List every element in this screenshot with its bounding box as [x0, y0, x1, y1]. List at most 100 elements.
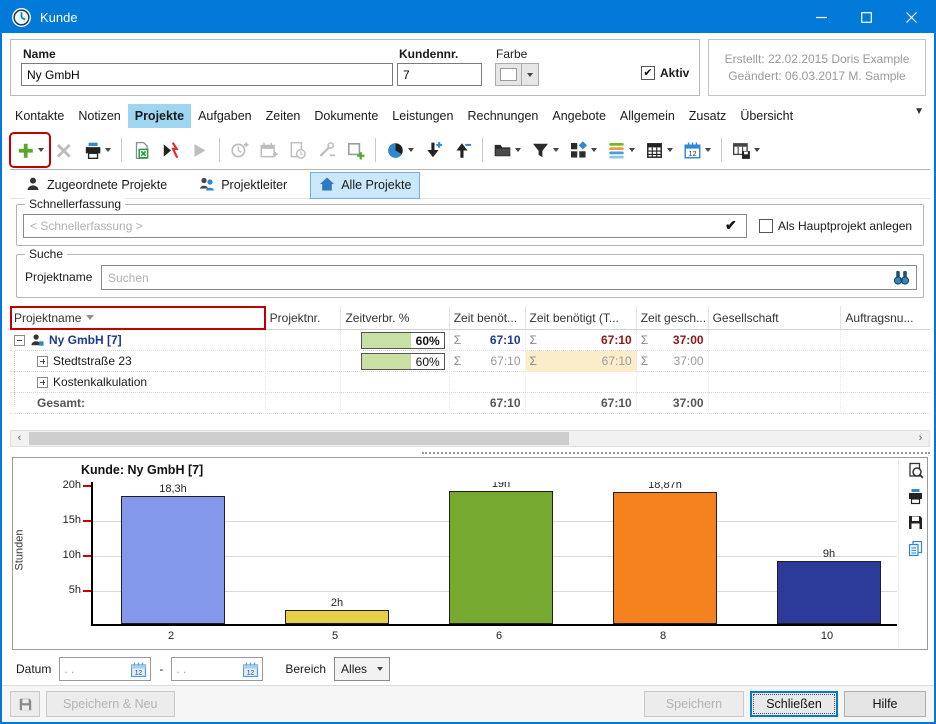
binoculars-icon[interactable] — [893, 269, 910, 286]
checkbox-checked-icon[interactable]: ✔ — [641, 66, 655, 80]
start-flash-icon-button[interactable] — [157, 135, 184, 165]
excel-export-icon-button[interactable] — [128, 135, 155, 165]
people-icon — [199, 176, 215, 195]
column-header-2[interactable]: Projektnr. — [266, 306, 342, 330]
expand-expander-icon[interactable] — [37, 356, 48, 367]
print-preview-icon[interactable] — [907, 462, 924, 479]
tabbar-overflow-chevron-icon[interactable]: ▼ — [914, 106, 924, 117]
toolbar-separator — [121, 138, 122, 162]
subtab-projektleiter[interactable]: Projektleiter — [190, 172, 296, 199]
column-header-3[interactable]: Zeitverbr. % — [341, 306, 449, 330]
hauptprojekt-checkbox[interactable]: Als Hauptprojekt anlegen — [759, 219, 912, 233]
column-header-8[interactable]: Auftragsnu... — [841, 306, 930, 330]
bar-6 — [449, 491, 553, 624]
x-tick-label: 2 — [119, 630, 223, 642]
tab-leistungen[interactable]: Leistungen — [385, 104, 460, 128]
bar-value-label: 18,3h — [121, 483, 225, 495]
main-tabbar: KontakteNotizenProjekteAufgabenZeitenDok… — [8, 101, 906, 128]
table-row[interactable]: Ny GmbH [7] 60% Σ67:10 Σ67:10 Σ37:00 — [10, 330, 930, 351]
date-from-input[interactable]: . . 12 — [59, 657, 151, 681]
expand-all-icon-button[interactable] — [420, 135, 447, 165]
farbe-dropdown-button[interactable] — [522, 63, 539, 86]
save-new-button[interactable]: Speichern & Neu — [46, 691, 175, 717]
copy-chart-icon[interactable] — [907, 540, 924, 557]
collapse-all-icon-button[interactable] — [449, 135, 476, 165]
farbe-picker[interactable] — [495, 63, 539, 86]
color-lines-icon-button[interactable] — [603, 135, 639, 165]
farbe-swatch[interactable] — [495, 63, 522, 86]
aktiv-checkbox[interactable]: ✔ Aktiv — [641, 66, 689, 80]
filter-icon-button[interactable] — [527, 135, 563, 165]
bereich-select[interactable]: Alles — [334, 657, 390, 681]
checkbox-unchecked-icon[interactable] — [759, 219, 773, 233]
modified-text: Geändert: 06.03.2017 M. Sample — [728, 68, 905, 85]
kundennr-field[interactable] — [397, 63, 482, 86]
grid-calc-icon-button[interactable] — [641, 135, 677, 165]
subtab-alle-projekte[interactable]: Alle Projekte — [310, 172, 420, 199]
frame-add-icon-button[interactable] — [342, 135, 369, 165]
sigma-icon: Σ — [530, 354, 537, 368]
name-field[interactable] — [21, 63, 393, 86]
customer-form-box: Name Kundennr. Farbe ✔ Aktiv — [10, 39, 700, 96]
play-icon-button[interactable] — [186, 135, 213, 165]
link-add-icon-button[interactable] — [313, 135, 340, 165]
tab-dokumente[interactable]: Dokumente — [307, 104, 385, 128]
scroll-left-icon[interactable]: ‹ — [11, 431, 28, 446]
tab-zeiten[interactable]: Zeiten — [259, 104, 308, 128]
maximize-button[interactable] — [844, 2, 889, 33]
tab-allgemein[interactable]: Allgemein — [613, 104, 682, 128]
column-header-6[interactable]: Zeit gesch... — [637, 306, 709, 330]
splitter-handle[interactable] — [422, 452, 930, 454]
minimize-button[interactable] — [799, 2, 844, 33]
save-chart-icon[interactable] — [907, 514, 924, 531]
table-row[interactable]: Kostenkalkulation — [10, 372, 930, 393]
scrollbar-thumb[interactable] — [29, 432, 569, 445]
add-icon-button[interactable] — [12, 135, 48, 165]
folder-icon-button[interactable] — [489, 135, 525, 165]
column-header-7[interactable]: Gesellschaft — [709, 306, 842, 330]
calendar-icon[interactable]: 12 — [130, 661, 147, 678]
expand-expander-icon[interactable] — [37, 377, 48, 388]
tab-übersicht[interactable]: Übersicht — [733, 104, 800, 128]
scroll-right-icon[interactable]: › — [912, 431, 929, 446]
print-icon-button[interactable] — [79, 135, 115, 165]
calendar-12-icon-button[interactable]: 12 — [679, 135, 715, 165]
confirm-check-icon[interactable]: ✔ — [725, 217, 737, 234]
tab-zusatz[interactable]: Zusatz — [682, 104, 734, 128]
clock-add-icon-button[interactable] — [226, 135, 253, 165]
close-window-button[interactable]: Schließen — [750, 691, 838, 717]
bar-5 — [285, 610, 389, 624]
tab-angebote[interactable]: Angebote — [545, 104, 613, 128]
close-button[interactable] — [889, 2, 934, 33]
collapse-expander-icon[interactable] — [14, 335, 25, 346]
tab-kontakte[interactable]: Kontakte — [8, 104, 71, 128]
tab-projekte[interactable]: Projekte — [128, 104, 191, 128]
save-icon-button[interactable] — [10, 691, 40, 717]
column-header-4[interactable]: Zeit benöt... — [450, 306, 526, 330]
x-tick-label: 10 — [775, 630, 879, 642]
doc-clock-icon-button[interactable] — [284, 135, 311, 165]
help-button[interactable]: Hilfe — [844, 691, 926, 717]
subtab-zugeordnete-projekte[interactable]: Zugeordnete Projekte — [16, 172, 176, 199]
pie-chart-icon-button[interactable] — [382, 135, 418, 165]
horizontal-scrollbar[interactable]: ‹ › — [10, 430, 930, 447]
save-button[interactable]: Speichern — [644, 691, 744, 717]
calendar-add-icon-button[interactable] — [255, 135, 282, 165]
quick-entry-input[interactable] — [23, 214, 747, 238]
tab-aufgaben[interactable]: Aufgaben — [191, 104, 259, 128]
search-input[interactable] — [101, 265, 917, 290]
print-chart-icon[interactable] — [907, 488, 924, 505]
tab-rechnungen[interactable]: Rechnungen — [460, 104, 545, 128]
column-header-1[interactable]: Projektname — [10, 306, 266, 330]
date-to-input[interactable]: . . 12 — [171, 657, 263, 681]
tab-notizen[interactable]: Notizen — [71, 104, 127, 128]
delete-icon-button[interactable] — [50, 135, 77, 165]
bar-10 — [777, 561, 881, 624]
bar-value-label: 18,87h — [613, 482, 717, 491]
column-header-5[interactable]: Zeit benötigt (T... — [526, 306, 637, 330]
chevron-down-icon — [527, 73, 533, 77]
calendar-icon[interactable]: 12 — [242, 661, 259, 678]
table-save-icon-button[interactable] — [728, 135, 764, 165]
table-row[interactable]: Stedtstraße 23 60% Σ67:10 Σ67:10 Σ37:00 — [10, 351, 930, 372]
squares-icon-button[interactable] — [565, 135, 601, 165]
